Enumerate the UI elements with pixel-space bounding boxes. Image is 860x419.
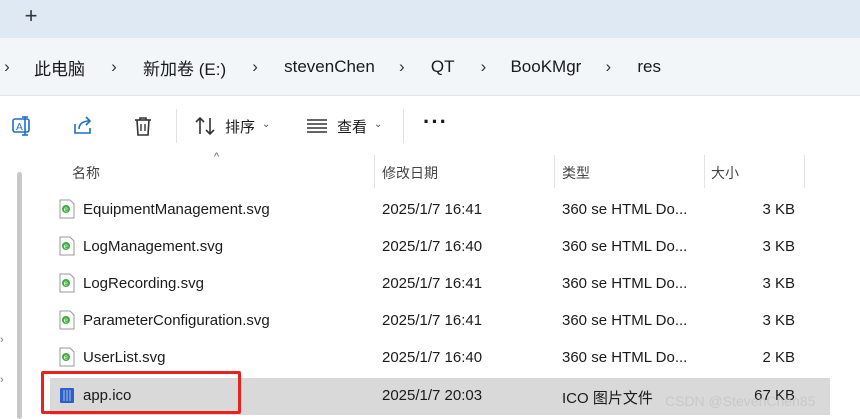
svg-file-icon: e: [59, 199, 75, 219]
toolbar-divider: [176, 109, 177, 143]
column-headers: ^ 名称 修改日期 类型 大小: [30, 151, 860, 188]
svg-text:A: A: [16, 122, 23, 133]
breadcrumb-item-res[interactable]: res: [637, 57, 661, 77]
breadcrumb-separator[interactable]: ›: [0, 57, 14, 77]
file-row[interactable]: e EquipmentManagement.svg 2025/1/7 16:41…: [50, 192, 830, 229]
file-size: 3 KB: [762, 312, 795, 329]
command-bar: A 排序 ⌄ 查看 ⌄ ···: [0, 97, 860, 155]
file-size: 3 KB: [762, 275, 795, 292]
breadcrumb-item-stevenchen[interactable]: stevenChen: [284, 57, 375, 77]
column-divider[interactable]: [804, 155, 805, 188]
breadcrumb-separator[interactable]: ›: [248, 57, 262, 77]
svg-file-icon: e: [59, 310, 75, 330]
view-icon[interactable]: [305, 114, 329, 138]
svg-text:e: e: [64, 243, 68, 251]
chevron-down-icon[interactable]: ⌄: [262, 119, 270, 130]
view-button[interactable]: 查看: [337, 116, 367, 137]
rename-icon[interactable]: A: [10, 114, 34, 138]
breadcrumb-separator[interactable]: ›: [107, 57, 121, 77]
svg-file-icon: e: [59, 273, 75, 293]
svg-text:e: e: [64, 206, 68, 214]
sort-button[interactable]: 排序: [225, 116, 255, 137]
file-type: 360 se HTML Do...: [562, 349, 688, 366]
file-modified: 2025/1/7 16:41: [382, 312, 483, 329]
expand-arrow-icon[interactable]: ›: [0, 374, 4, 386]
svg-file-icon: e: [59, 347, 75, 367]
file-type: ICO 图片文件: [562, 390, 653, 407]
breadcrumb-item-bookmgr[interactable]: BooKMgr: [510, 57, 581, 77]
file-name: ParameterConfiguration.svg: [83, 312, 270, 329]
more-options-button[interactable]: ···: [423, 109, 448, 135]
file-modified: 2025/1/7 20:03: [382, 387, 483, 404]
breadcrumb-item-qt[interactable]: QT: [431, 57, 455, 77]
column-divider[interactable]: [704, 155, 705, 188]
file-size: 2 KB: [762, 349, 795, 366]
file-type: 360 se HTML Do...: [562, 275, 688, 292]
file-size: 3 KB: [762, 238, 795, 255]
file-name: UserList.svg: [83, 349, 166, 366]
delete-icon[interactable]: [131, 114, 155, 138]
file-name: LogRecording.svg: [83, 275, 204, 292]
breadcrumb-item-drive-e[interactable]: 新加卷 (E:): [143, 55, 226, 80]
breadcrumb: › 此电脑 › 新加卷 (E:) › stevenChen › QT › Boo…: [0, 38, 661, 96]
column-header-modified[interactable]: 修改日期: [382, 163, 438, 183]
nav-scrollbar[interactable]: [17, 172, 22, 419]
svg-text:e: e: [64, 280, 68, 288]
chevron-down-icon[interactable]: ⌄: [374, 119, 382, 130]
new-tab-button[interactable]: +: [20, 5, 42, 27]
file-modified: 2025/1/7 16:40: [382, 349, 483, 366]
file-name: EquipmentManagement.svg: [83, 201, 270, 218]
sort-ascending-icon: ^: [214, 151, 220, 163]
file-type: 360 se HTML Do...: [562, 201, 688, 218]
file-type: 360 se HTML Do...: [562, 238, 688, 255]
breadcrumb-item-this-pc[interactable]: 此电脑: [34, 55, 85, 80]
file-modified: 2025/1/7 16:41: [382, 201, 483, 218]
breadcrumb-separator[interactable]: ›: [601, 57, 615, 77]
file-name: LogManagement.svg: [83, 238, 224, 255]
annotation-highlight-box: [41, 371, 241, 414]
navigation-pane: [0, 155, 30, 419]
svg-text:e: e: [64, 354, 68, 362]
file-row[interactable]: e LogManagement.svg 2025/1/7 16:40 360 s…: [50, 229, 830, 266]
watermark: CSDN @StevenChen85: [665, 393, 816, 409]
file-row[interactable]: e ParameterConfiguration.svg 2025/1/7 16…: [50, 303, 830, 340]
file-modified: 2025/1/7 16:41: [382, 275, 483, 292]
toolbar-divider: [403, 109, 404, 143]
column-header-name[interactable]: 名称: [72, 163, 100, 183]
breadcrumb-separator[interactable]: ›: [395, 57, 409, 77]
file-type: 360 se HTML Do...: [562, 312, 688, 329]
column-header-type[interactable]: 类型: [562, 163, 590, 183]
sort-icon[interactable]: [193, 114, 217, 138]
expand-arrow-icon[interactable]: ›: [0, 334, 4, 346]
share-icon[interactable]: [71, 114, 95, 138]
breadcrumb-separator[interactable]: ›: [476, 57, 490, 77]
svg-text:e: e: [64, 317, 68, 325]
file-modified: 2025/1/7 16:40: [382, 238, 483, 255]
column-divider[interactable]: [554, 155, 555, 188]
file-row[interactable]: e LogRecording.svg 2025/1/7 16:41 360 se…: [50, 266, 830, 303]
file-size: 3 KB: [762, 201, 795, 218]
column-divider[interactable]: [374, 155, 375, 188]
column-header-size[interactable]: 大小: [711, 163, 739, 183]
svg-file-icon: e: [59, 236, 75, 256]
tab-strip: +: [0, 0, 860, 38]
address-bar[interactable]: › 此电脑 › 新加卷 (E:) › stevenChen › QT › Boo…: [0, 38, 860, 96]
